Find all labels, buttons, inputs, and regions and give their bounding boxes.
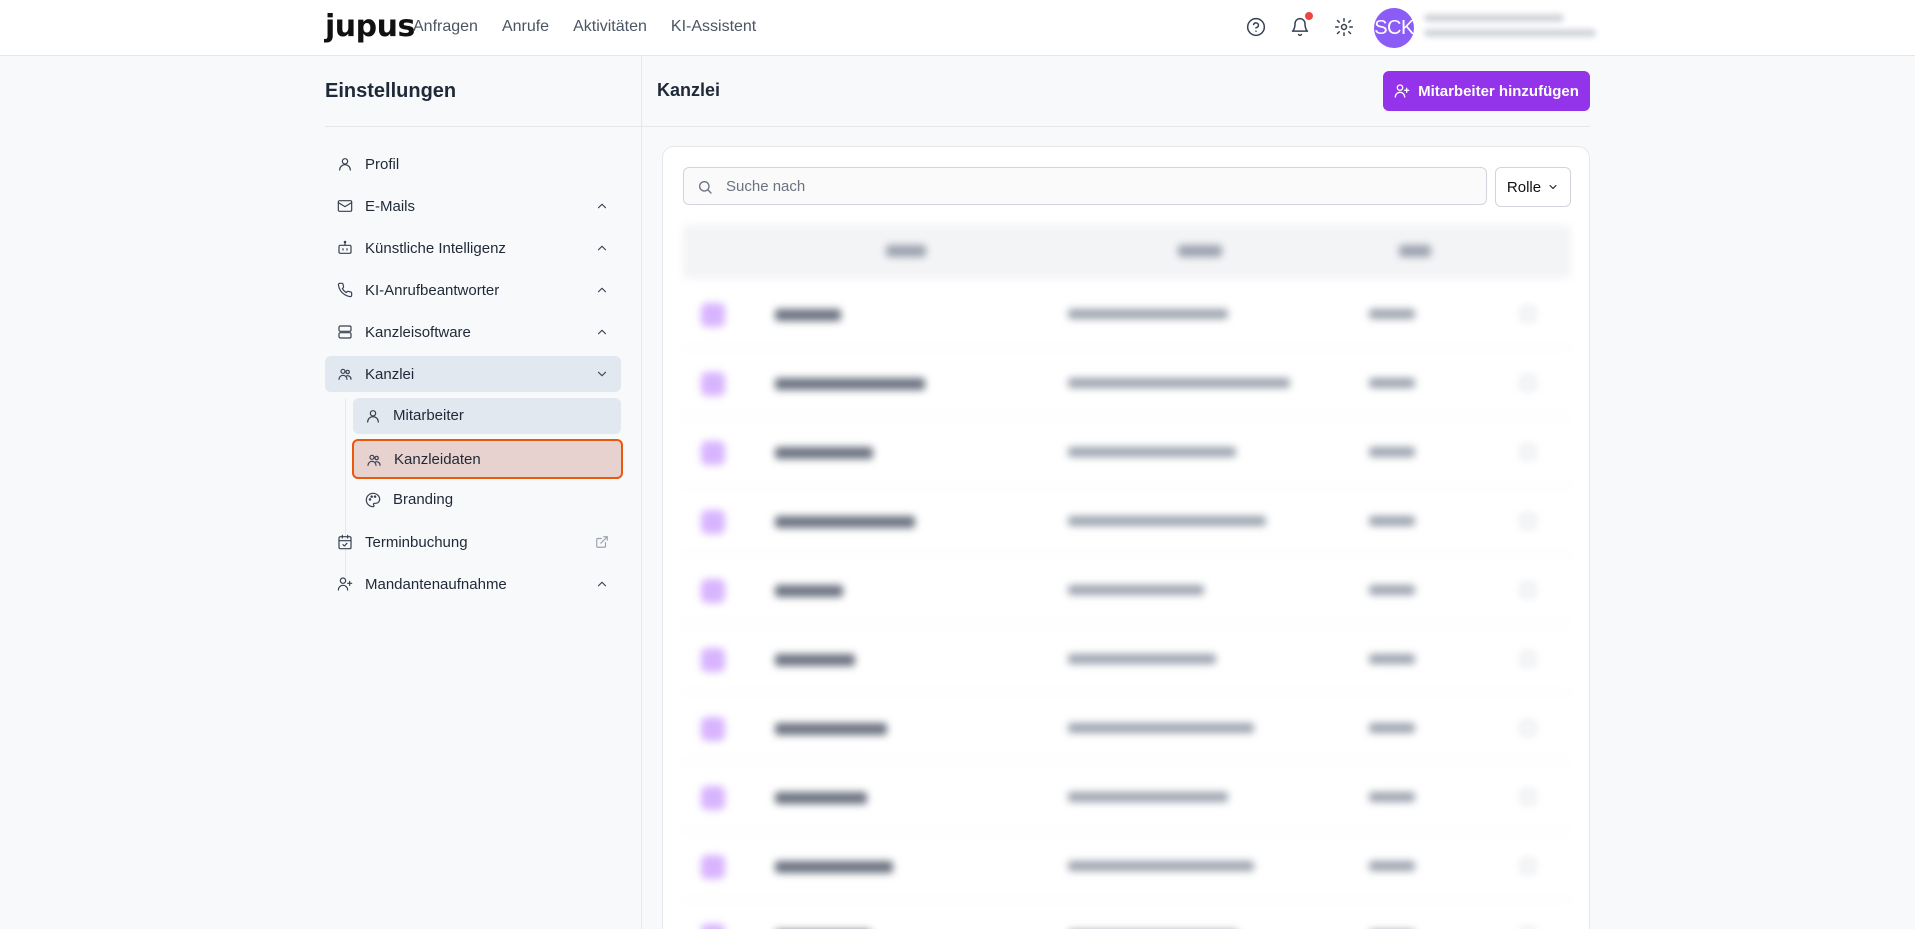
sidebar-item-label: KI-Anrufbeantworter bbox=[365, 281, 500, 299]
add-employee-button[interactable]: Mitarbeiter hinzufügen bbox=[1383, 71, 1590, 111]
palette-icon bbox=[365, 492, 381, 508]
chevron-up-icon[interactable] bbox=[595, 199, 609, 213]
mail-icon bbox=[337, 198, 353, 214]
chevron-up-icon[interactable] bbox=[595, 577, 609, 591]
chevron-up-icon[interactable] bbox=[595, 325, 609, 339]
sidebar-item-mandantenaufnahme[interactable]: Mandantenaufnahme bbox=[325, 566, 621, 602]
server-icon bbox=[337, 324, 353, 340]
table-row[interactable] bbox=[683, 348, 1571, 417]
top-icons bbox=[1245, 12, 1355, 38]
search-icon bbox=[699, 181, 712, 194]
nav-aktivitaeten[interactable]: Aktivitäten bbox=[573, 18, 647, 36]
main-content: Kanzlei Mitarbeiter hinzufügen Rolle bbox=[642, 56, 1590, 929]
user-info-redacted[interactable] bbox=[1424, 14, 1596, 46]
external-link-icon[interactable] bbox=[595, 535, 609, 549]
sidebar-title: Einstellungen bbox=[325, 80, 457, 102]
avatar[interactable]: SCK bbox=[1374, 8, 1414, 48]
page-title: Kanzlei bbox=[657, 80, 721, 100]
table-row[interactable] bbox=[683, 417, 1571, 486]
table-row[interactable] bbox=[683, 900, 1571, 929]
role-filter-label: Rolle bbox=[1506, 178, 1542, 196]
sidebar-item-label: Terminbuchung bbox=[365, 533, 468, 551]
table-row[interactable] bbox=[683, 831, 1571, 900]
sidebar-subitem-kanzleidaten[interactable]: Kanzleidaten bbox=[352, 439, 623, 479]
user-icon bbox=[337, 156, 353, 172]
search-field[interactable] bbox=[683, 167, 1487, 205]
table-row[interactable] bbox=[683, 486, 1571, 555]
bot-icon bbox=[337, 240, 353, 256]
notification-dot bbox=[1305, 12, 1313, 20]
sidebar-item-label: Künstliche Intelligenz bbox=[365, 239, 506, 257]
sidebar-item-label: Kanzleisoftware bbox=[365, 323, 471, 341]
sidebar-item-kanzlei[interactable]: Kanzlei bbox=[325, 356, 621, 392]
add-employee-label: Mitarbeiter hinzufügen bbox=[1418, 82, 1579, 100]
sidebar-subitem-label: Branding bbox=[393, 491, 454, 508]
nav-anfragen[interactable]: Anfragen bbox=[413, 18, 478, 36]
sidebar-item-label: Profil bbox=[365, 155, 400, 173]
sidebar-subitem-label: Mitarbeiter bbox=[393, 407, 464, 424]
role-filter-dropdown[interactable]: Rolle bbox=[1495, 167, 1571, 207]
table-row[interactable] bbox=[683, 762, 1571, 831]
search-input[interactable] bbox=[726, 168, 1466, 204]
sidebar-item-profil[interactable]: Profil bbox=[325, 146, 621, 182]
sidebar-item-label: Mandantenaufnahme bbox=[365, 575, 507, 593]
employee-table-redacted bbox=[683, 225, 1571, 929]
sidebar-subitem-label: Kanzleidaten bbox=[394, 451, 481, 468]
phone-icon bbox=[337, 282, 353, 298]
sidebar-item-emails[interactable]: E-Mails bbox=[325, 188, 621, 224]
employee-card: Rolle bbox=[662, 146, 1590, 929]
logo[interactable]: jupus bbox=[325, 9, 415, 44]
users-icon bbox=[337, 366, 353, 382]
nav-anrufe[interactable]: Anrufe bbox=[502, 18, 549, 36]
gear-icon[interactable] bbox=[1333, 16, 1355, 38]
chevron-up-icon[interactable] bbox=[595, 283, 609, 297]
sidebar-subitem-branding[interactable]: Branding bbox=[353, 482, 621, 518]
user-plus-icon bbox=[337, 576, 353, 592]
sidebar-item-label: Kanzlei bbox=[365, 365, 415, 383]
divider bbox=[642, 126, 1590, 127]
sidebar-item-kuenstliche-intelligenz[interactable]: Künstliche Intelligenz bbox=[325, 230, 621, 266]
chevron-up-icon[interactable] bbox=[595, 241, 609, 255]
settings-sidebar: Einstellungen Profil E-Mails Künstliche … bbox=[325, 56, 642, 929]
chevron-down-icon[interactable] bbox=[595, 367, 609, 381]
sidebar-item-kanzleisoftware[interactable]: Kanzleisoftware bbox=[325, 314, 621, 350]
table-row[interactable] bbox=[683, 693, 1571, 762]
sidebar-item-ki-anrufbeantworter[interactable]: KI-Anrufbeantworter bbox=[325, 272, 621, 308]
sidebar-subitem-mitarbeiter[interactable]: Mitarbeiter bbox=[353, 398, 621, 434]
top-bar: jupus Anfragen Anrufe Aktivitäten KI-Ass… bbox=[0, 0, 1915, 56]
top-nav: Anfragen Anrufe Aktivitäten KI-Assistent bbox=[413, 18, 756, 36]
calendar-check-icon bbox=[337, 534, 353, 550]
users-icon bbox=[366, 452, 382, 468]
chevron-down-icon bbox=[1549, 185, 1557, 189]
sidebar-item-terminbuchung[interactable]: Terminbuchung bbox=[325, 524, 621, 560]
user-icon bbox=[365, 408, 381, 424]
user-plus-icon bbox=[1394, 84, 1410, 98]
table-row[interactable] bbox=[683, 555, 1571, 624]
nav-ki-assistent[interactable]: KI-Assistent bbox=[671, 18, 756, 36]
table-header bbox=[683, 225, 1571, 279]
table-row[interactable] bbox=[683, 279, 1571, 348]
help-circle-icon[interactable] bbox=[1245, 16, 1267, 38]
sidebar-item-label: E-Mails bbox=[365, 197, 416, 215]
divider bbox=[325, 126, 642, 127]
table-row[interactable] bbox=[683, 624, 1571, 693]
bell-icon[interactable] bbox=[1289, 12, 1313, 38]
